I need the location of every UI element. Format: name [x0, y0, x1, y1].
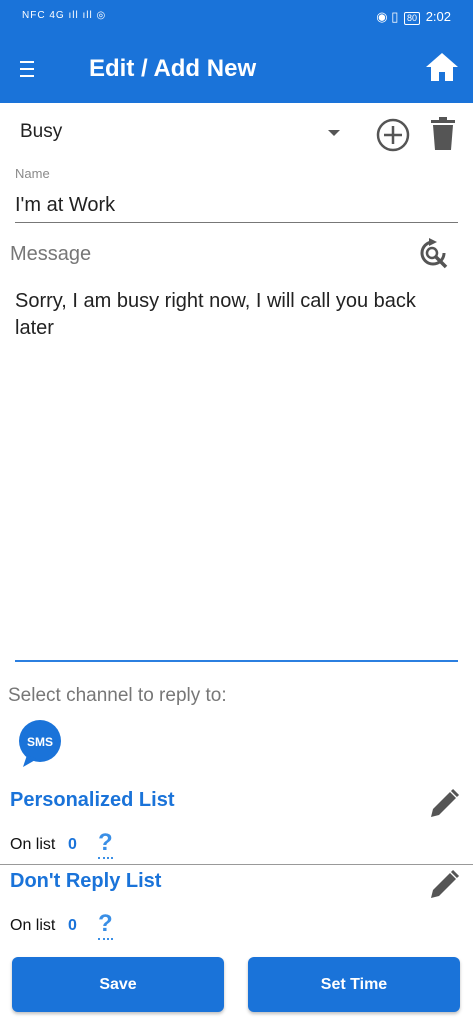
section-divider: [0, 864, 473, 865]
hamburger-icon[interactable]: [20, 58, 40, 80]
set-time-button[interactable]: Set Time: [248, 957, 460, 1012]
dont-reply-list-title[interactable]: Don't Reply List: [10, 870, 161, 893]
help-icon[interactable]: ?: [98, 910, 113, 940]
app-bar: NFC 4G ıll ıll ◎ ◉ ▯ 80 2:02 Edit / Add …: [0, 0, 473, 103]
pencil-icon[interactable]: [428, 788, 460, 820]
message-field[interactable]: Sorry, I am busy right now, I will call …: [15, 288, 435, 342]
personalized-on-list-label: On list: [10, 836, 56, 853]
sms-badge-text: SMS: [27, 735, 53, 749]
pencil-icon[interactable]: [428, 869, 460, 901]
refresh-search-icon[interactable]: [417, 238, 449, 270]
eye-icon: ◉: [376, 9, 388, 24]
clock: 2:02: [425, 9, 451, 24]
personalized-list-title[interactable]: Personalized List: [10, 789, 175, 812]
dont-reply-on-list-label: On list: [10, 917, 56, 934]
vibrate-icon: ▯: [391, 9, 399, 24]
help-icon[interactable]: ?: [98, 829, 113, 859]
signal-indicators: NFC 4G ıll ıll ◎: [22, 10, 107, 21]
status-bar: NFC 4G ıll ıll ◎ ◉ ▯ 80 2:02: [0, 0, 473, 34]
message-field-label: Message: [10, 243, 92, 265]
dont-reply-on-list-count: 0: [68, 917, 77, 934]
reply-type-value: Busy: [20, 121, 63, 142]
page-title: Edit / Add New: [89, 55, 257, 82]
sms-channel-icon[interactable]: SMS: [17, 719, 63, 769]
name-field-label: Name: [15, 166, 50, 181]
add-circle-icon[interactable]: [376, 118, 410, 152]
channel-label: Select channel to reply to:: [8, 685, 227, 706]
battery-indicator: 80: [404, 12, 421, 25]
dropdown-arrow-icon: [328, 130, 340, 136]
trash-icon[interactable]: [430, 117, 456, 151]
status-right: ◉ ▯ 80 2:02: [376, 9, 451, 25]
message-field-underline: [15, 660, 458, 662]
name-field[interactable]: I'm at Work: [15, 194, 115, 217]
save-button[interactable]: Save: [12, 957, 224, 1012]
name-field-underline: [15, 222, 458, 223]
personalized-on-list-count: 0: [68, 836, 77, 853]
home-icon[interactable]: [425, 52, 459, 82]
